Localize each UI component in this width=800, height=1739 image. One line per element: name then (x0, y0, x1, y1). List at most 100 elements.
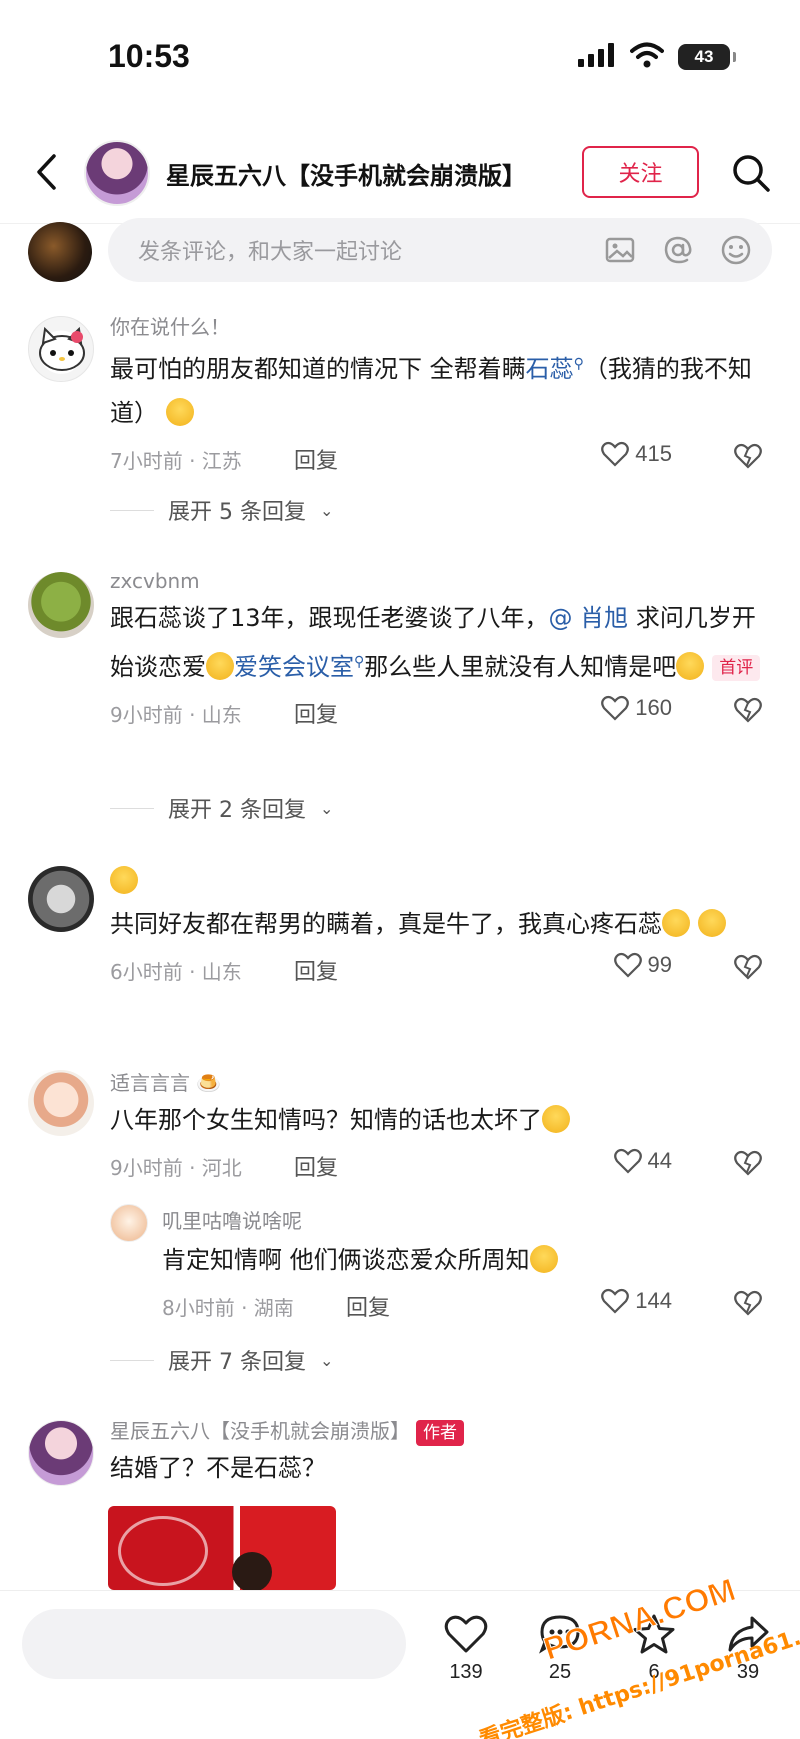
image-icon[interactable] (602, 232, 638, 268)
divider (110, 509, 154, 511)
expand-replies-label: 展开 2 条回复 (168, 798, 306, 823)
heart-icon (444, 1615, 488, 1653)
wifi-icon (630, 42, 664, 72)
expand-replies[interactable]: 展开 5 条回复 ⌄ (110, 492, 333, 528)
author-avatar[interactable] (84, 140, 150, 206)
dislike-button[interactable] (734, 443, 762, 473)
commenter-name[interactable]: 你在说什么！ (110, 312, 770, 342)
reply-button[interactable]: 回复 (294, 1150, 338, 1182)
search-button[interactable] (728, 150, 774, 196)
like-action[interactable]: 139 (426, 1609, 506, 1684)
search-link-icon: ⚲ (354, 654, 365, 670)
nav-bar: 星辰五六八【没手机就会崩溃版】 关注 (0, 120, 800, 224)
broken-heart-icon (734, 443, 762, 469)
search-link-icon: ⚲ (573, 356, 584, 372)
comment-body: zxcvbnm 跟石蕊谈了13年，跟现任老婆谈了八年，@ 肖旭 求问几岁开始谈恋… (110, 566, 770, 735)
my-avatar (28, 222, 92, 282)
reply-button[interactable]: 回复 (294, 443, 338, 475)
like-count: 160 (635, 695, 672, 720)
comment-photo[interactable] (108, 1506, 336, 1590)
heart-icon (601, 695, 630, 721)
commenter-avatar[interactable] (28, 1420, 94, 1486)
flower-pattern (118, 1516, 208, 1586)
comment-body: 你在说什么！ 最可怕的朋友都知道的情况下 全帮着瞒石蕊⚲（我猜的我不知道） 7小… (110, 312, 770, 481)
reply-meta: 8小时前 · 湖南 回复 144 (162, 1284, 770, 1328)
comment-input[interactable]: 发条评论，和大家一起讨论 (108, 218, 772, 282)
heart-icon (601, 1288, 630, 1314)
comment-time: 9小时前 · 河北 (110, 1156, 242, 1180)
dislike-button[interactable] (734, 697, 762, 727)
expand-replies[interactable]: 展开 7 条回复 ⌄ (110, 1342, 333, 1378)
reply-button[interactable]: 回复 (294, 697, 338, 729)
comment-time: 7小时前 · 江苏 (110, 449, 242, 473)
comment-text-part: 那么些人里就没有人知情是吧 (364, 653, 677, 681)
broken-heart-icon (734, 1150, 762, 1176)
commenter-avatar[interactable] (28, 866, 94, 932)
comment-text: 结婚了？不是石蕊？ (110, 1454, 326, 1482)
input-icons (602, 232, 754, 268)
heart-icon (613, 952, 642, 978)
chevron-down-icon: ⌄ (319, 1350, 334, 1370)
reply-time: 8小时前 · 湖南 (162, 1296, 294, 1320)
divider (110, 1359, 154, 1361)
search-link[interactable]: 石蕊 (526, 355, 574, 383)
commenter-name-text: 适言言言 (110, 1071, 190, 1095)
dislike-button[interactable] (734, 1290, 762, 1320)
like-button[interactable]: 160 (601, 695, 672, 721)
laughing-crying-emoji-icon (529, 1245, 558, 1273)
status-icons: 43 (578, 42, 736, 72)
comment-meta: 9小时前 · 河北 回复 44 (110, 1144, 770, 1188)
replier-avatar[interactable] (110, 1204, 148, 1242)
bottom-action-bar: 139 25 6 39 PORNA.COM 看完整版: https://91po… (0, 1571, 800, 1739)
comment-text-part: 共同好友都在帮男的瞒着，真是牛了，我真心疼石蕊 (110, 910, 662, 938)
like-count: 144 (635, 1288, 672, 1313)
commenter-avatar[interactable] (28, 316, 94, 382)
commenter-name[interactable]: 星辰五六八【没手机就会崩溃版】 作者 (110, 1416, 770, 1446)
broken-heart-icon (734, 1290, 762, 1316)
reply-text: 肯定知情啊 他们俩谈恋爱众所周知 (162, 1238, 770, 1282)
like-count: 415 (635, 441, 672, 466)
expand-replies[interactable]: 展开 2 条回复 ⌄ (110, 790, 333, 826)
mention-icon[interactable] (660, 232, 696, 268)
dislike-button[interactable] (734, 1150, 762, 1180)
comment-text-part: 八年那个女生知情吗？知情的话也太坏了 (110, 1106, 542, 1134)
smile-emoji-icon (206, 652, 234, 680)
photo-person (232, 1552, 272, 1590)
expand-replies-label: 展开 5 条回复 (168, 500, 306, 525)
comment-input-row: 发条评论，和大家一起讨论 (0, 218, 800, 288)
heart-icon (613, 1148, 642, 1174)
reply-button[interactable]: 回复 (294, 954, 338, 986)
like-button[interactable]: 44 (613, 1148, 672, 1174)
commenter-avatar[interactable] (28, 572, 94, 638)
like-button[interactable]: 99 (613, 952, 672, 978)
commenter-name[interactable]: zxcvbnm (110, 566, 770, 596)
comment-text: 八年那个女生知情吗？知情的话也太坏了 (110, 1098, 770, 1142)
status-time: 10:53 (108, 38, 190, 74)
mention-link[interactable]: @ 肖旭 (549, 604, 629, 632)
chevron-down-icon: ⌄ (319, 500, 334, 520)
chevron-down-icon: ⌄ (319, 798, 334, 818)
replier-name[interactable]: 叽里咕噜说啥呢 (162, 1204, 770, 1238)
commenter-name[interactable]: 适言言言 🍮 (110, 1068, 770, 1098)
search-link[interactable]: 爱笑会议室 (234, 653, 354, 681)
bottom-comment-input[interactable] (22, 1609, 406, 1679)
like-button[interactable]: 144 (601, 1288, 672, 1314)
back-button[interactable] (26, 150, 66, 194)
pleading-emoji-icon (697, 909, 726, 937)
crying-emoji-icon (662, 909, 690, 937)
reply-button[interactable]: 回复 (346, 1290, 390, 1322)
heart-icon (601, 441, 630, 467)
emoji-icon[interactable] (718, 232, 754, 268)
like-button[interactable]: 415 (601, 441, 672, 467)
dislike-button[interactable] (734, 954, 762, 984)
commenter-name[interactable] (110, 866, 770, 902)
comment-body: 星辰五六八【没手机就会崩溃版】 作者 结婚了？不是石蕊？ (110, 1416, 770, 1490)
comment-body: 适言言言 🍮 八年那个女生知情吗？知情的话也太坏了 9小时前 · 河北 回复 4… (110, 1068, 770, 1188)
follow-button[interactable]: 关注 (582, 146, 699, 198)
battery-icon: 43 (678, 44, 736, 70)
status-bar: 10:53 43 (0, 0, 800, 110)
hug-emoji-icon (110, 866, 138, 894)
comment-text: 最可怕的朋友都知道的情况下 全帮着瞒石蕊⚲（我猜的我不知道） (110, 342, 770, 435)
page-title[interactable]: 星辰五六八【没手机就会崩溃版】 (166, 156, 526, 191)
commenter-avatar[interactable] (28, 1070, 94, 1136)
